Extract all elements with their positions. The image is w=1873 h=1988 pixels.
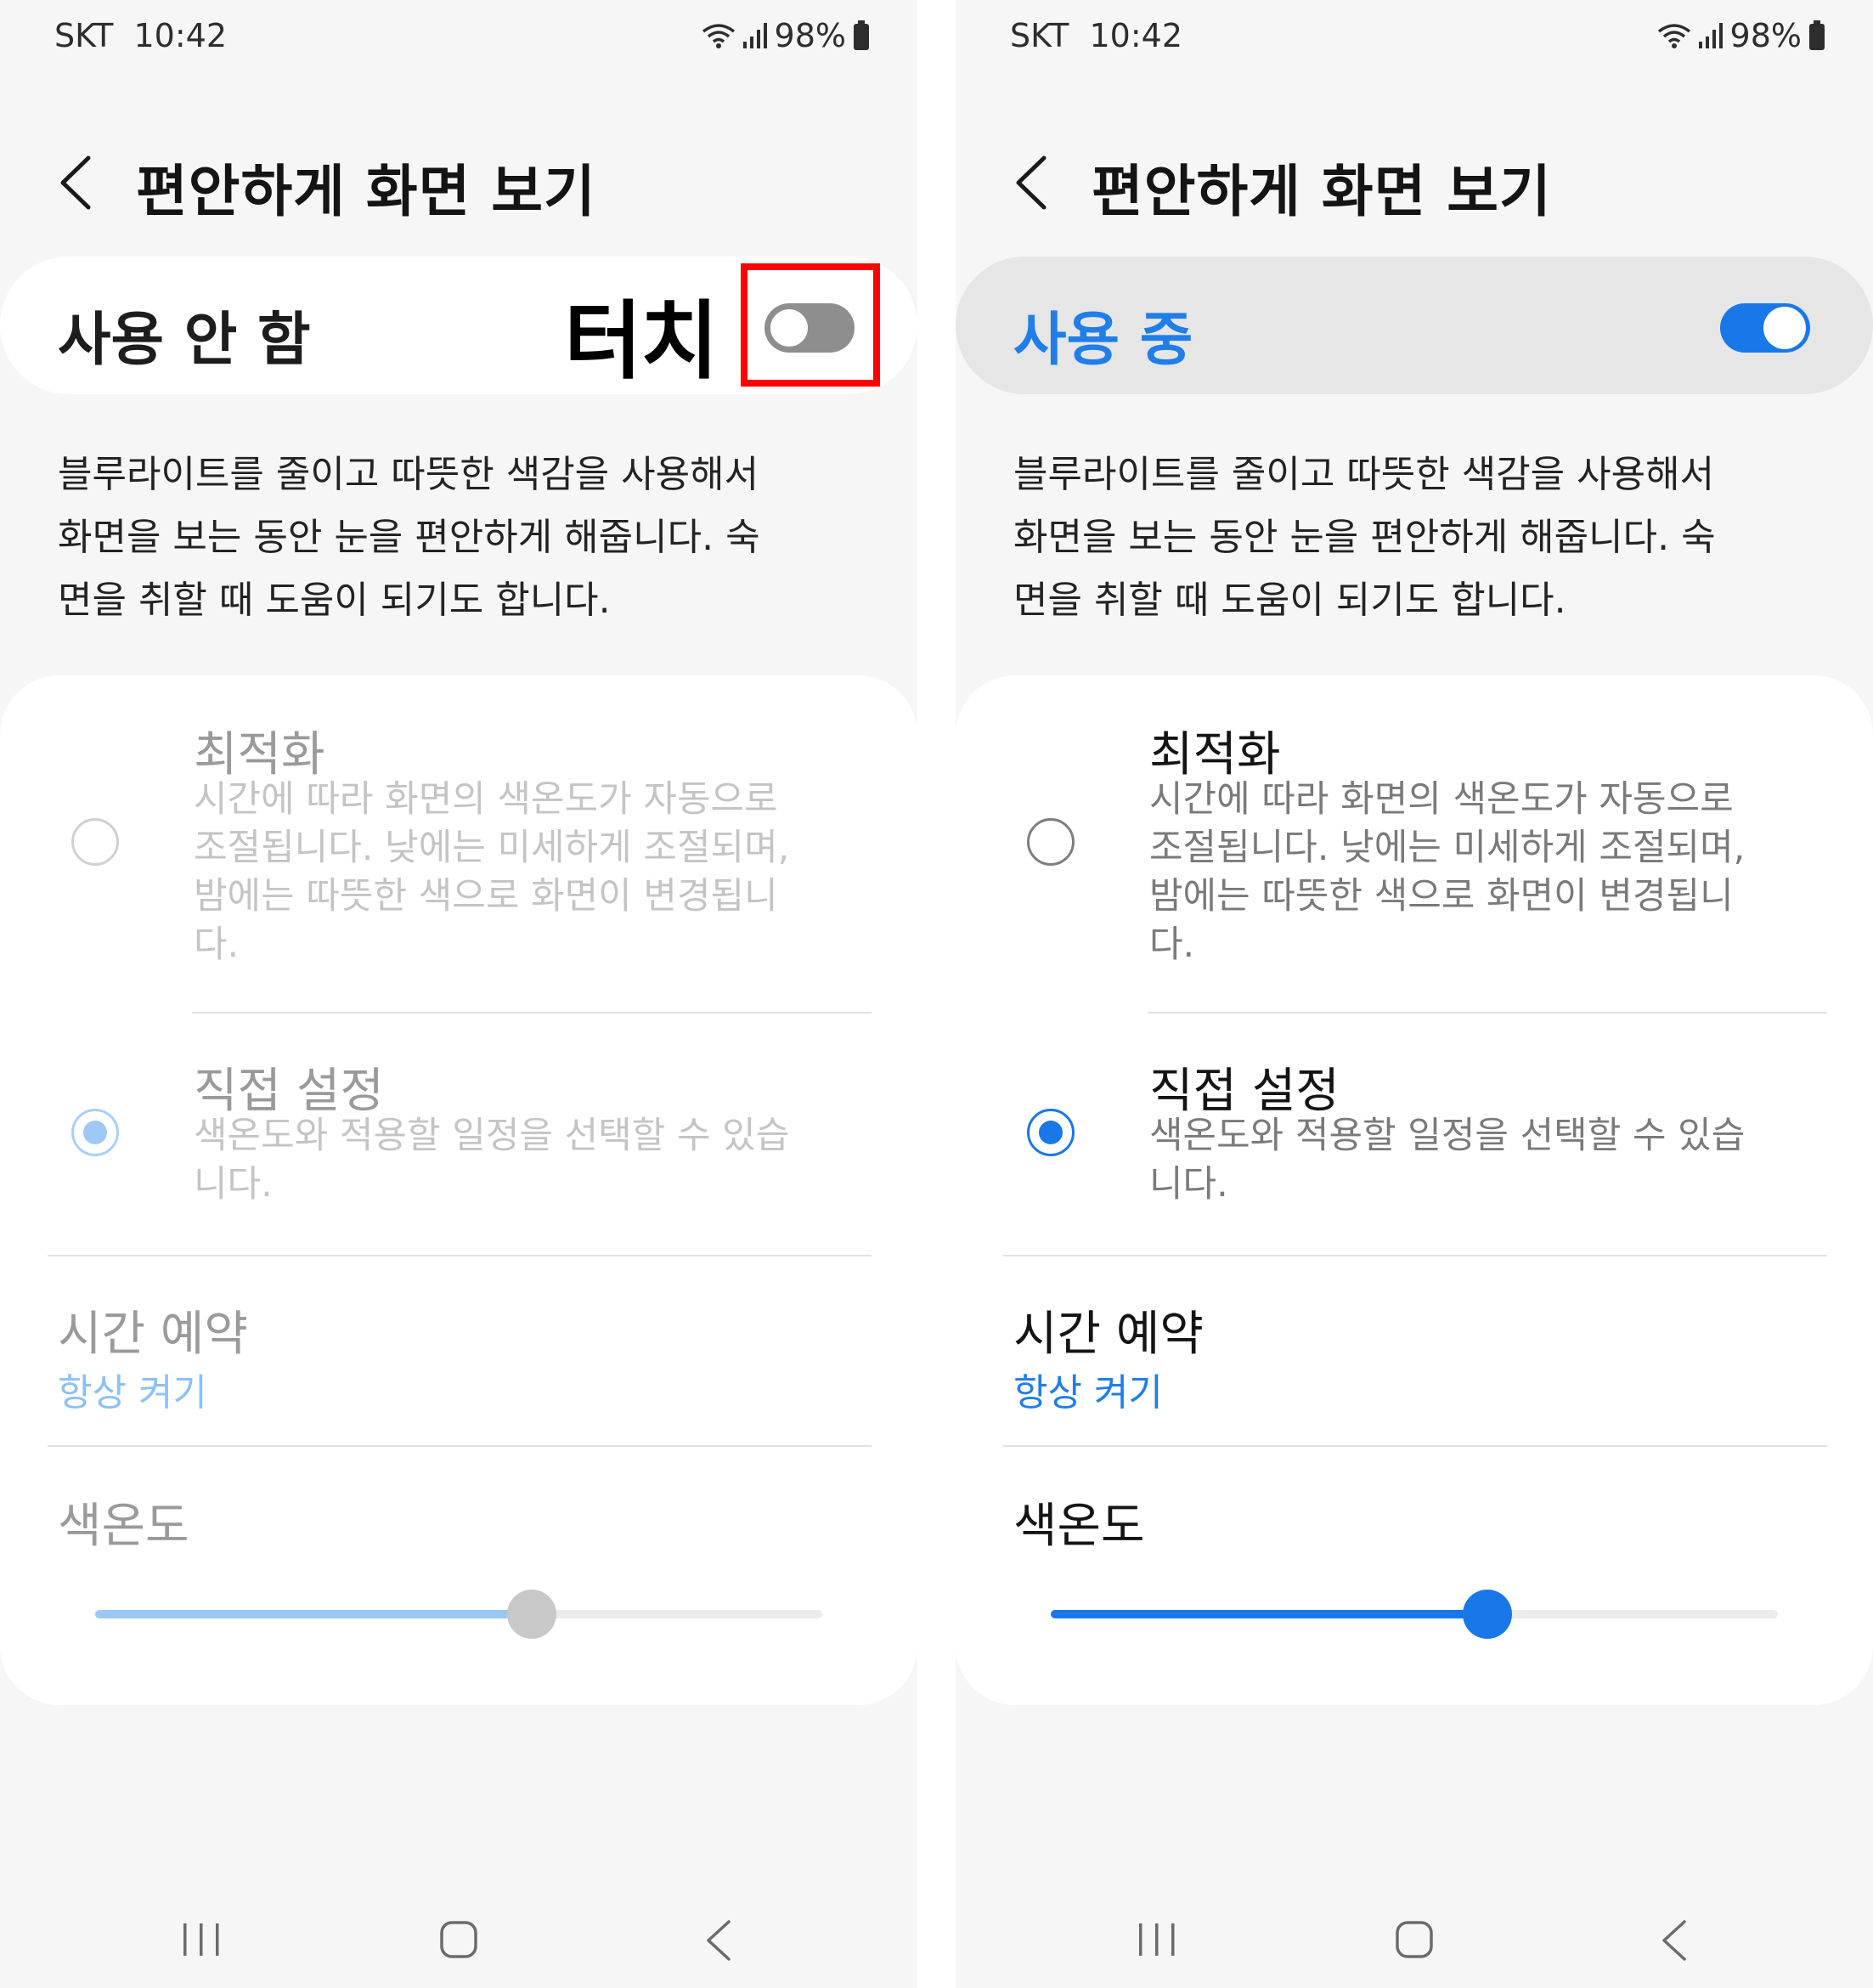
master-switch-label: 사용 중: [1013, 307, 1193, 374]
nav-back-icon[interactable]: [1657, 1917, 1691, 1964]
wifi-icon: [1657, 24, 1690, 48]
slider-fill: [1051, 1610, 1487, 1618]
schedule-title[interactable]: 시간 예약: [1013, 1296, 1204, 1364]
option-desc-line: 조절됩니다. 낮에는 미세하게 조절되며,: [1149, 827, 1746, 869]
option-desc-custom: 색온도와 적용할 일정을 선택할 수 있습 니다.: [194, 1112, 856, 1209]
color-temp-slider[interactable]: [1051, 1590, 1778, 1639]
screen-after: SKT 10:42 98% 편안하게 화면 보기 사용 중 블루라이트를 줄이고…: [956, 0, 1873, 1988]
nav-recent-icon[interactable]: [1136, 1920, 1178, 1959]
status-indicators: 98%: [702, 15, 870, 56]
signal-icon: [742, 23, 767, 48]
radio-custom[interactable]: [71, 1109, 119, 1156]
color-temp-slider[interactable]: [95, 1590, 822, 1639]
description-line: 블루라이트를 줄이고 따뜻한 색감을 사용해서: [1013, 453, 1715, 496]
nav-back-icon[interactable]: [702, 1917, 736, 1964]
schedule-title[interactable]: 시간 예약: [58, 1296, 248, 1364]
status-indicators: 98%: [1657, 15, 1825, 56]
option-desc-optimize: 시간에 따라 화면의 색온도가 자동으로 조절됩니다. 낮에는 미세하게 조절되…: [194, 776, 856, 969]
wifi-icon: [702, 24, 735, 48]
master-toggle[interactable]: [1720, 303, 1810, 353]
description-line: 면을 취할 때 도움이 되기도 합니다.: [58, 579, 611, 622]
battery-icon: [1809, 20, 1825, 50]
divider: [192, 1012, 872, 1014]
navigation-bar: [956, 1886, 1873, 1980]
carrier-label: SKT: [54, 17, 114, 54]
radio-dot: [83, 1121, 107, 1144]
signal-icon: [1698, 23, 1723, 48]
nav-recent-icon[interactable]: [180, 1920, 223, 1959]
screen-before: SKT 10:42 98% 편안하게 화면 보기 사용 안 함 터치 블루라이트…: [0, 0, 917, 1988]
option-desc-line: 색온도와 적용할 일정을 선택할 수 있습: [1149, 1115, 1746, 1157]
option-desc-line: 시간에 따라 화면의 색온도가 자동으로: [194, 778, 778, 821]
color-temp-title: 색온도: [1013, 1499, 1145, 1554]
radio-custom[interactable]: [1027, 1109, 1075, 1156]
carrier-label: SKT: [1010, 17, 1069, 54]
feature-description: 블루라이트를 줄이고 따뜻한 색감을 사용해서 화면을 보는 동안 눈을 편안하…: [58, 443, 873, 632]
option-title-custom[interactable]: 직접 설정: [194, 1053, 384, 1121]
page-title: 편안하게 화면 보기: [1092, 159, 1552, 224]
description-line: 면을 취할 때 도움이 되기도 합니다.: [1013, 579, 1566, 622]
battery-percent: 98%: [774, 17, 846, 54]
master-switch-label: 사용 안 함: [58, 307, 311, 374]
page-title: 편안하게 화면 보기: [136, 159, 596, 224]
options-card: 최적화 시간에 따라 화면의 색온도가 자동으로 조절됩니다. 낮에는 미세하게…: [0, 675, 917, 1705]
touch-annotation: 터치: [564, 291, 719, 391]
option-desc-line: 밤에는 따뜻한 색으로 화면이 변경됩니: [1149, 875, 1734, 918]
divider: [1003, 1445, 1827, 1447]
clock: 10:42: [133, 17, 227, 54]
clock: 10:42: [1089, 17, 1182, 54]
battery-percent: 98%: [1729, 17, 1802, 54]
divider: [48, 1255, 872, 1257]
navigation-bar: [0, 1886, 917, 1980]
radio-optimize[interactable]: [71, 818, 119, 866]
slider-thumb[interactable]: [1463, 1590, 1512, 1639]
highlight-box: [741, 263, 880, 387]
option-title-optimize[interactable]: 최적화: [1149, 716, 1281, 785]
option-desc-line: 다.: [1149, 923, 1195, 966]
option-desc-line: 시간에 따라 화면의 색온도가 자동으로: [1149, 778, 1734, 821]
option-desc-line: 색온도와 적용할 일정을 선택할 수 있습: [194, 1115, 790, 1157]
battery-icon: [854, 20, 869, 50]
divider: [1148, 1012, 1827, 1014]
status-bar: SKT 10:42 98%: [956, 0, 1873, 73]
option-title-optimize[interactable]: 최적화: [194, 716, 325, 785]
header: 편안하게 화면 보기: [0, 127, 917, 238]
back-arrow-icon[interactable]: [51, 153, 102, 212]
option-desc-line: 니다.: [194, 1163, 273, 1206]
nav-home-icon[interactable]: [437, 1918, 480, 1961]
divider: [1003, 1255, 1827, 1257]
feature-description: 블루라이트를 줄이고 따뜻한 색감을 사용해서 화면을 보는 동안 눈을 편안하…: [1013, 443, 1829, 632]
description-line: 화면을 보는 동안 눈을 편안하게 해줍니다. 숙: [58, 516, 760, 559]
schedule-value: 항상 켜기: [58, 1371, 207, 1415]
option-desc-line: 니다.: [1149, 1163, 1228, 1206]
option-title-custom[interactable]: 직접 설정: [1149, 1053, 1340, 1121]
status-bar: SKT 10:42 98%: [0, 0, 917, 73]
option-desc-line: 조절됩니다. 낮에는 미세하게 조절되며,: [194, 827, 790, 869]
header: 편안하게 화면 보기: [956, 127, 1873, 238]
option-desc-line: 다.: [194, 923, 240, 966]
option-desc-custom: 색온도와 적용할 일정을 선택할 수 있습 니다.: [1149, 1112, 1812, 1209]
status-carrier-time: SKT 10:42: [1010, 17, 1182, 54]
radio-dot: [1039, 1121, 1063, 1144]
option-desc-optimize: 시간에 따라 화면의 색온도가 자동으로 조절됩니다. 낮에는 미세하게 조절되…: [1149, 776, 1812, 969]
color-temp-title: 색온도: [58, 1499, 189, 1554]
radio-optimize[interactable]: [1027, 818, 1075, 866]
schedule-value: 항상 켜기: [1013, 1371, 1163, 1415]
back-arrow-icon[interactable]: [1007, 153, 1058, 212]
options-card: 최적화 시간에 따라 화면의 색온도가 자동으로 조절됩니다. 낮에는 미세하게…: [956, 675, 1873, 1705]
status-carrier-time: SKT 10:42: [54, 17, 227, 54]
slider-thumb[interactable]: [507, 1590, 556, 1639]
option-desc-line: 밤에는 따뜻한 색으로 화면이 변경됩니: [194, 875, 778, 918]
nav-home-icon[interactable]: [1393, 1918, 1436, 1961]
toggle-knob: [1763, 307, 1806, 349]
description-line: 블루라이트를 줄이고 따뜻한 색감을 사용해서: [58, 453, 759, 496]
divider: [48, 1445, 872, 1447]
slider-fill: [95, 1610, 532, 1618]
description-line: 화면을 보는 동안 눈을 편안하게 해줍니다. 숙: [1013, 516, 1716, 559]
